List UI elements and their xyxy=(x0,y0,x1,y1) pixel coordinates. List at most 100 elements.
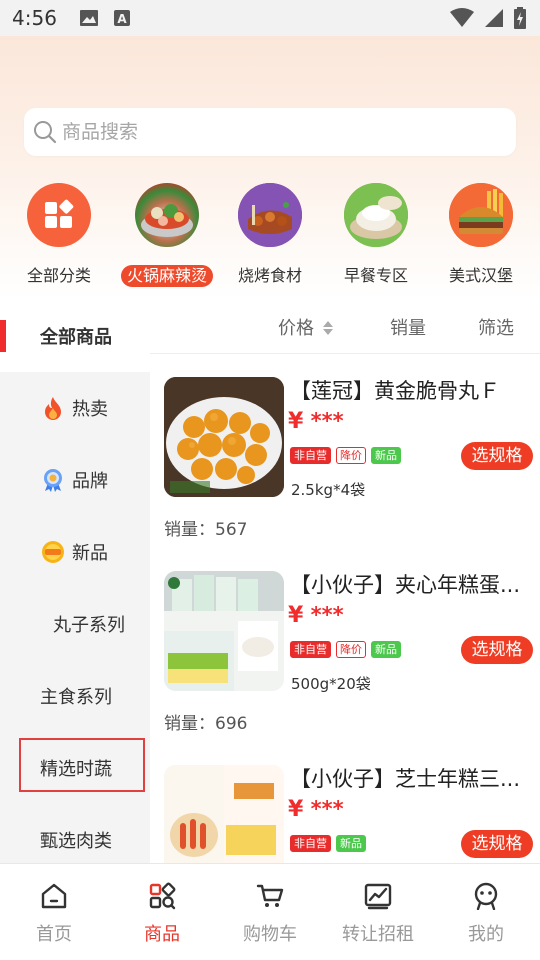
product-spec: 2.5kg*4袋 xyxy=(291,481,366,499)
cart-icon xyxy=(256,884,284,907)
product-card[interactable]: 【小伙子】夹心年糕蛋... ¥ *** 非自营 降价 新品 500g*20袋 选… xyxy=(150,549,540,743)
sort-price[interactable]: 价格 xyxy=(278,314,334,340)
bbq-image xyxy=(238,183,302,247)
select-spec-button[interactable]: 选规格 xyxy=(461,442,533,470)
category-label: 美式汉堡 xyxy=(448,266,513,285)
nav-label: 商品 xyxy=(144,924,180,945)
sidebar-item-label: 甄选肉类 xyxy=(40,831,112,852)
nav-profile[interactable]: 我的 xyxy=(432,864,540,960)
sales-label: 销量： xyxy=(164,520,215,540)
search-input[interactable] xyxy=(62,121,482,143)
wifi-icon xyxy=(450,8,474,27)
category-row: 全部分类 火锅麻辣烫 烧烤食材 早餐专区 美式汉堡 xyxy=(0,183,540,293)
product-tags: 非自营 降价 新品 xyxy=(290,447,401,464)
sidebar-item-label: 新品 xyxy=(72,543,108,564)
product-title: 【小伙子】芝士年糕三... xyxy=(290,767,521,791)
sort-price-label: 价格 xyxy=(278,318,314,339)
sidebar-item-new[interactable]: 新品 xyxy=(0,516,150,588)
product-image xyxy=(164,377,284,497)
category-label: 全部分类 xyxy=(26,266,91,285)
chart-icon xyxy=(364,883,392,910)
category-all[interactable]: 全部分类 xyxy=(5,183,113,287)
tag-new: 新品 xyxy=(371,641,401,658)
product-sales: 销量：567 xyxy=(164,515,247,540)
flame-icon xyxy=(45,397,61,420)
sort-bar: 价格 销量 筛选 xyxy=(150,302,540,354)
sidebar-item-all-goods[interactable]: 全部商品 xyxy=(0,300,150,372)
sidebar-item-staples[interactable]: 主食系列 xyxy=(0,660,150,732)
grid-icon xyxy=(27,183,91,247)
sidebar-item-meatballs[interactable]: 丸子系列 xyxy=(0,588,150,660)
selection-highlight-box xyxy=(19,738,145,792)
goods-icon xyxy=(149,882,176,910)
sidebar-item-label: 主食系列 xyxy=(40,687,112,708)
medal-icon xyxy=(44,469,62,492)
select-spec-button[interactable]: 选规格 xyxy=(461,830,533,858)
battery-icon xyxy=(514,7,526,29)
status-time: 4:56 xyxy=(12,6,57,30)
product-title: 【莲冠】黄金脆骨丸Ｆ xyxy=(290,379,500,403)
search-bar[interactable] xyxy=(24,108,516,156)
sidebar-item-label: 丸子系列 xyxy=(53,615,125,636)
sales-value: 567 xyxy=(215,520,248,540)
category-label: 早餐专区 xyxy=(343,266,408,285)
select-spec-button[interactable]: 选规格 xyxy=(461,636,533,664)
price-value: *** xyxy=(310,603,344,627)
tag-price-drop: 降价 xyxy=(336,641,366,658)
category-label: 烧烤食材 xyxy=(237,266,302,285)
tag-price-drop: 降价 xyxy=(336,447,366,464)
sidebar-item-brand[interactable]: 品牌 xyxy=(0,444,150,516)
tag-non-self-operated: 非自营 xyxy=(290,835,331,852)
sort-sales[interactable]: 销量 xyxy=(390,314,426,340)
product-spec: 500g*20袋 xyxy=(291,675,371,693)
nav-cart[interactable]: 购物车 xyxy=(216,864,324,960)
product-tags: 非自营 降价 新品 xyxy=(290,641,401,658)
new-badge-icon xyxy=(42,541,64,563)
nav-goods[interactable]: 商品 xyxy=(108,864,216,960)
currency-symbol: ¥ xyxy=(288,797,304,822)
sidebar-item-label: 热卖 xyxy=(72,399,108,420)
nav-label: 购物车 xyxy=(243,924,297,945)
svg-text:A: A xyxy=(117,12,127,26)
product-card[interactable]: 【莲冠】黄金脆骨丸Ｆ ¥ *** 非自营 降价 新品 2.5kg*4袋 选规格 … xyxy=(150,355,540,549)
category-hotpot[interactable]: 火锅麻辣烫 xyxy=(113,183,221,287)
burger-image xyxy=(449,183,513,247)
nav-label: 我的 xyxy=(468,924,504,945)
sidebar-item-label: 品牌 xyxy=(72,471,108,492)
sidebar-item-label: 全部商品 xyxy=(40,327,112,348)
search-icon xyxy=(34,121,57,144)
category-breakfast[interactable]: 早餐专区 xyxy=(322,183,430,287)
nav-transfer-rent[interactable]: 转让招租 xyxy=(324,864,432,960)
product-price: ¥ *** xyxy=(288,409,344,434)
nav-label: 转让招租 xyxy=(342,924,414,945)
product-image xyxy=(164,571,284,691)
category-burger[interactable]: 美式汉堡 xyxy=(427,183,535,287)
product-title: 【小伙子】夹心年糕蛋... xyxy=(290,573,521,597)
nav-home[interactable]: 首页 xyxy=(0,864,108,960)
text-notification-icon: A xyxy=(113,10,130,26)
tag-new: 新品 xyxy=(336,835,366,852)
price-value: *** xyxy=(310,409,344,433)
currency-symbol: ¥ xyxy=(288,409,304,434)
profile-icon xyxy=(474,882,498,910)
active-indicator xyxy=(0,320,6,352)
category-bbq[interactable]: 烧烤食材 xyxy=(216,183,324,287)
sales-label: 销量： xyxy=(164,714,215,734)
product-sales: 销量：696 xyxy=(164,709,247,734)
tag-non-self-operated: 非自营 xyxy=(290,447,331,464)
sidebar-item-hot[interactable]: 热卖 xyxy=(0,372,150,444)
product-list: 【莲冠】黄金脆骨丸Ｆ ¥ *** 非自营 降价 新品 2.5kg*4袋 选规格 … xyxy=(150,355,540,863)
breakfast-image xyxy=(344,183,408,247)
hotpot-image xyxy=(135,183,199,247)
sort-filter[interactable]: 筛选 xyxy=(478,314,514,340)
product-tags: 非自营 新品 xyxy=(290,835,366,852)
product-price: ¥ *** xyxy=(288,797,344,822)
tag-new: 新品 xyxy=(371,447,401,464)
price-value: *** xyxy=(310,797,344,821)
home-icon xyxy=(41,883,67,909)
bottom-navigation: 首页 商品 购物车 转让招租 我的 xyxy=(0,863,540,960)
sales-value: 696 xyxy=(215,714,248,734)
image-notification-icon xyxy=(79,10,98,26)
nav-label: 首页 xyxy=(36,924,72,945)
product-card[interactable]: 【小伙子】芝士年糕三... ¥ *** 非自营 新品 选规格 xyxy=(150,743,540,863)
